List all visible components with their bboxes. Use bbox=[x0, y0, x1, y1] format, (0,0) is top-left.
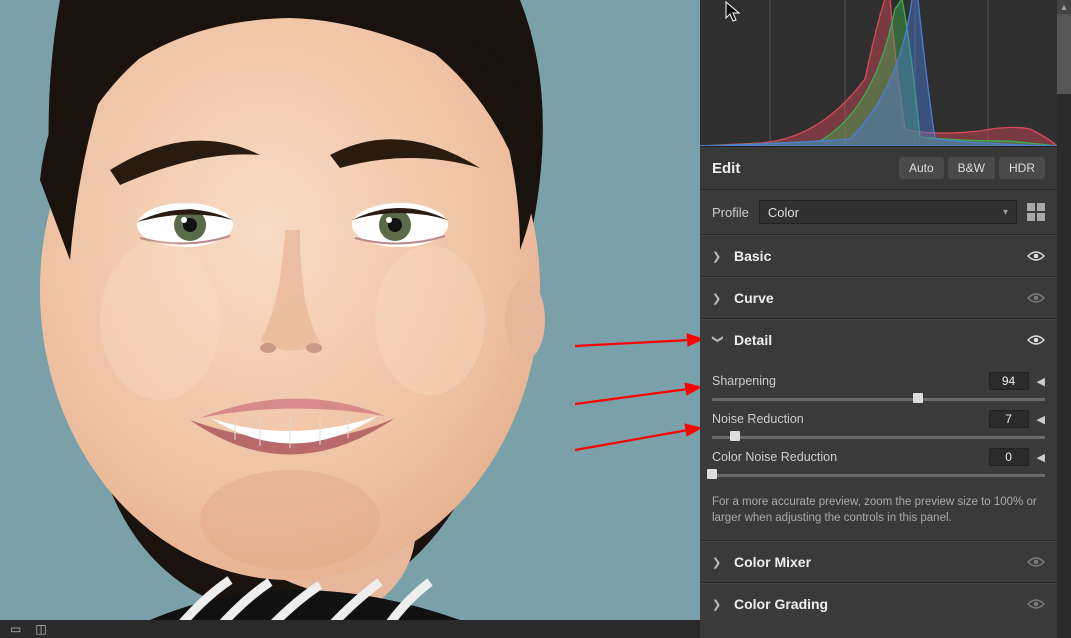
canvas-bottom-bar: ▭ ◫ bbox=[0, 620, 700, 638]
section-basic-label: Basic bbox=[734, 248, 771, 264]
profile-browser-icon[interactable] bbox=[1027, 203, 1045, 221]
section-detail[interactable]: ❯ Detail bbox=[700, 319, 1057, 360]
panel-scrollbar[interactable]: ▴ bbox=[1057, 0, 1071, 638]
profile-select[interactable]: Color ▾ bbox=[759, 200, 1017, 224]
edit-buttons: Auto B&W HDR bbox=[899, 157, 1045, 179]
annotation-arrow bbox=[575, 332, 700, 352]
chevron-down-icon: ▾ bbox=[1003, 207, 1008, 218]
color-noise-reduction-slider[interactable] bbox=[712, 470, 1045, 480]
portrait-illustration bbox=[0, 0, 700, 638]
view-single-icon[interactable]: ▭ bbox=[10, 622, 21, 636]
section-curve[interactable]: ❯ Curve bbox=[700, 277, 1057, 319]
sharpening-slider[interactable] bbox=[712, 394, 1045, 404]
annotation-arrow bbox=[575, 420, 700, 456]
noise-reduction-label: Noise Reduction bbox=[712, 412, 804, 426]
edit-header: Edit Auto B&W HDR bbox=[700, 147, 1057, 190]
app-root: ▭ ◫ Edit bbox=[0, 0, 1071, 638]
section-color-grading[interactable]: ❯ Color Grading bbox=[700, 583, 1057, 624]
image-canvas[interactable]: ▭ ◫ bbox=[0, 0, 700, 638]
profile-value: Color bbox=[768, 205, 799, 220]
noise-reduction-control: Noise Reduction 7 ◀ bbox=[712, 410, 1045, 442]
sharpening-value[interactable]: 94 bbox=[989, 372, 1029, 390]
expand-icon[interactable]: ◀ bbox=[1037, 451, 1045, 464]
expand-icon[interactable]: ◀ bbox=[1037, 375, 1045, 388]
section-detail-label: Detail bbox=[734, 332, 772, 348]
color-noise-reduction-value[interactable]: 0 bbox=[989, 448, 1029, 466]
section-color-mixer[interactable]: ❯ Color Mixer bbox=[700, 541, 1057, 583]
expand-icon[interactable]: ◀ bbox=[1037, 413, 1045, 426]
eye-icon[interactable] bbox=[1027, 250, 1045, 262]
chevron-right-icon: ❯ bbox=[712, 556, 724, 569]
eye-icon[interactable] bbox=[1027, 598, 1045, 610]
eye-icon[interactable] bbox=[1027, 556, 1045, 568]
noise-reduction-slider[interactable] bbox=[712, 432, 1045, 442]
scroll-up-icon[interactable]: ▴ bbox=[1057, 0, 1071, 14]
section-basic[interactable]: ❯ Basic bbox=[700, 235, 1057, 277]
histogram[interactable] bbox=[700, 0, 1057, 147]
chevron-right-icon: ❯ bbox=[712, 292, 724, 305]
profile-row: Profile Color ▾ bbox=[700, 190, 1057, 235]
eye-icon[interactable] bbox=[1027, 334, 1045, 346]
scroll-thumb[interactable] bbox=[1057, 14, 1071, 94]
chevron-down-icon: ❯ bbox=[712, 334, 725, 346]
chevron-right-icon: ❯ bbox=[712, 250, 724, 263]
noise-reduction-value[interactable]: 7 bbox=[989, 410, 1029, 428]
chevron-right-icon: ❯ bbox=[712, 598, 724, 611]
bw-button[interactable]: B&W bbox=[948, 157, 995, 179]
section-color-grading-label: Color Grading bbox=[734, 596, 828, 612]
right-side: Edit Auto B&W HDR Profile Color ▾ bbox=[700, 0, 1071, 638]
color-noise-reduction-label: Color Noise Reduction bbox=[712, 450, 837, 464]
color-noise-reduction-control: Color Noise Reduction 0 ◀ bbox=[712, 448, 1045, 480]
detail-hint-text: For a more accurate preview, zoom the pr… bbox=[712, 494, 1045, 526]
edit-panel: Edit Auto B&W HDR Profile Color ▾ bbox=[700, 0, 1057, 638]
hdr-button[interactable]: HDR bbox=[999, 157, 1045, 179]
profile-label: Profile bbox=[712, 205, 749, 220]
eye-icon[interactable] bbox=[1027, 292, 1045, 304]
view-compare-icon[interactable]: ◫ bbox=[35, 622, 46, 636]
edit-title: Edit bbox=[712, 160, 740, 177]
section-color-mixer-label: Color Mixer bbox=[734, 554, 811, 570]
auto-button[interactable]: Auto bbox=[899, 157, 944, 179]
detail-body: Sharpening 94 ◀ Noise Reduction bbox=[700, 360, 1057, 541]
annotation-arrow bbox=[575, 380, 700, 410]
sharpening-control: Sharpening 94 ◀ bbox=[712, 372, 1045, 404]
sharpening-label: Sharpening bbox=[712, 374, 776, 388]
section-curve-label: Curve bbox=[734, 290, 774, 306]
